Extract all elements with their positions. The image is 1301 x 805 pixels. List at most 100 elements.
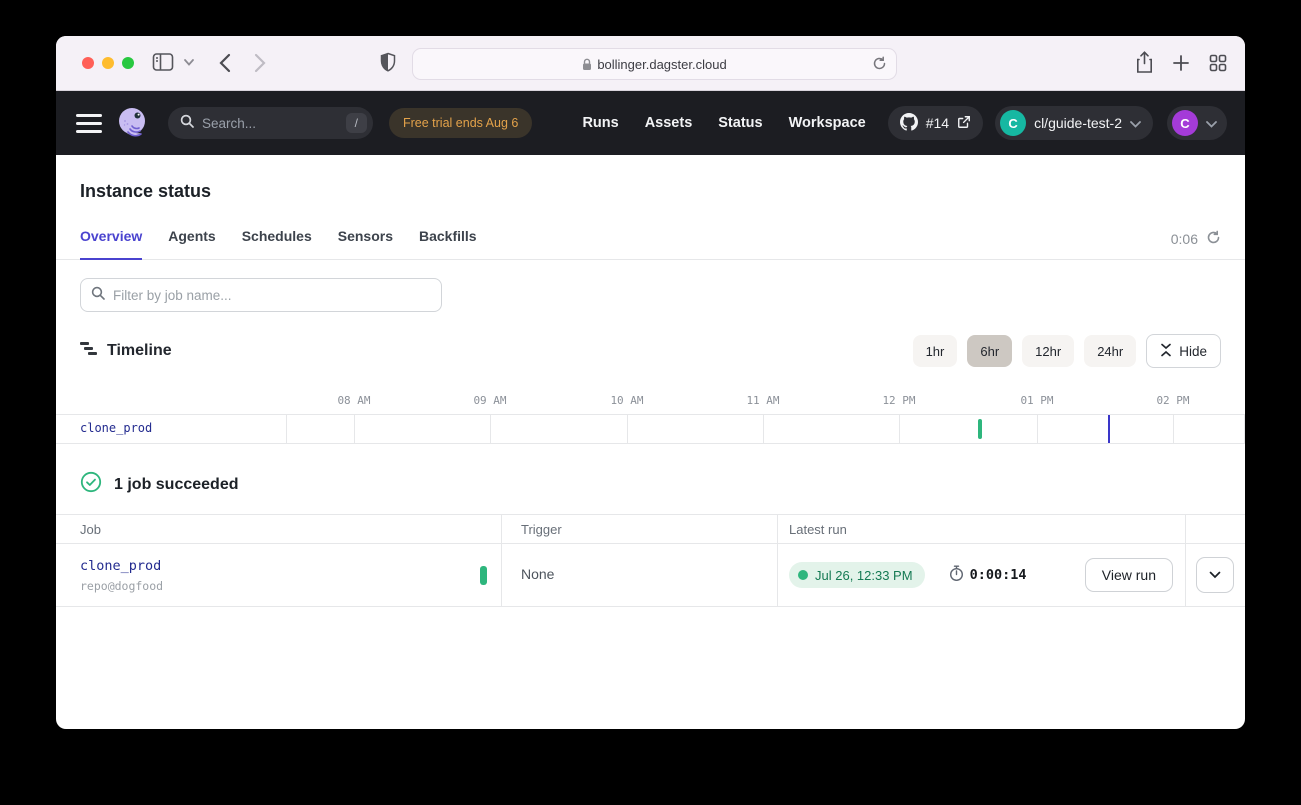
trigger-cell: None (501, 566, 777, 584)
run-status-badge[interactable]: Jul 26, 12:33 PM (789, 562, 925, 588)
refresh-icon[interactable] (1206, 230, 1221, 248)
timeline-header: Timeline 1hr 6hr 12hr 24hr Hide (56, 334, 1245, 368)
jobs-summary: 1 job succeeded (56, 471, 1245, 498)
dagster-logo[interactable] (114, 105, 150, 141)
user-avatar: C (1172, 110, 1198, 136)
duration-value: 0:00:14 (970, 567, 1027, 583)
collapse-icon (1160, 343, 1172, 360)
grid-line (1244, 415, 1245, 443)
axis-tick: 02 PM (1156, 394, 1189, 407)
timeline-job-label[interactable]: clone_prod (80, 421, 152, 435)
deployment-name: cl/guide-test-2 (1034, 115, 1122, 131)
github-link[interactable]: #14 (888, 106, 983, 140)
trigger-value: None (521, 566, 554, 582)
summary-text: 1 job succeeded (114, 476, 239, 494)
back-button[interactable] (219, 53, 231, 73)
axis-tick: 09 AM (473, 394, 506, 407)
axis-tick: 08 AM (337, 394, 370, 407)
tab-overview-icon[interactable] (1209, 54, 1227, 72)
axis-tick: 10 AM (610, 394, 643, 407)
page-title: Instance status (80, 181, 1221, 202)
range-24hr-button[interactable]: 24hr (1084, 335, 1136, 367)
jobs-table: Job Trigger Latest run clone_prod repo@d… (56, 514, 1245, 607)
new-tab-icon[interactable] (1173, 55, 1189, 71)
column-header-trigger: Trigger (501, 522, 777, 537)
run-duration: 0:00:14 (949, 565, 1027, 586)
grid-line (286, 415, 287, 443)
axis-tick: 11 AM (746, 394, 779, 407)
job-repo-label: repo@dogfood (80, 579, 163, 593)
deployment-avatar: C (1000, 110, 1026, 136)
refresh-countdown: 0:06 (1171, 230, 1221, 248)
axis-tick: 01 PM (1020, 394, 1053, 407)
column-header-job: Job (56, 522, 501, 537)
tab-agents[interactable]: Agents (168, 228, 215, 259)
range-12hr-button[interactable]: 12hr (1022, 335, 1074, 367)
browser-toolbar: bollinger.dagster.cloud (56, 36, 1245, 91)
job-filter-input[interactable]: Filter by job name... (80, 278, 442, 312)
view-run-button[interactable]: View run (1085, 558, 1173, 592)
deployment-switcher[interactable]: C cl/guide-test-2 (995, 106, 1153, 140)
search-input[interactable]: Search... / (168, 107, 373, 139)
job-run-history-bar[interactable] (480, 566, 487, 585)
external-link-icon (957, 115, 971, 132)
sidebar-toggle-icon[interactable] (152, 52, 174, 72)
share-icon[interactable] (1136, 51, 1153, 74)
tab-schedules[interactable]: Schedules (242, 228, 312, 259)
search-icon (91, 286, 105, 305)
axis-tick: 12 PM (882, 394, 915, 407)
nav-runs[interactable]: Runs (582, 115, 618, 131)
privacy-shield-icon[interactable] (380, 52, 396, 73)
address-bar[interactable]: bollinger.dagster.cloud (412, 48, 897, 80)
search-icon (180, 114, 194, 133)
hide-label: Hide (1179, 344, 1207, 359)
free-trial-badge[interactable]: Free trial ends Aug 6 (389, 108, 532, 138)
column-divider (777, 514, 778, 607)
check-circle-icon (80, 471, 102, 498)
tab-backfills[interactable]: Backfills (419, 228, 477, 259)
reload-icon[interactable] (872, 56, 887, 71)
grid-line (354, 415, 355, 443)
table-header-row: Job Trigger Latest run (56, 514, 1245, 544)
user-menu[interactable]: C (1167, 106, 1227, 140)
run-time: Jul 26, 12:33 PM (815, 568, 913, 583)
sidebar-chevron-down-icon[interactable] (184, 59, 194, 66)
column-header-latest-run: Latest run (777, 522, 1185, 537)
timeline-chart: 08 AM 09 AM 10 AM 11 AM 12 PM 01 PM 02 P… (56, 392, 1245, 443)
timeline-run-marker[interactable] (978, 419, 982, 439)
zoom-window-button[interactable] (122, 57, 134, 69)
grid-line (1173, 415, 1174, 443)
lock-icon (582, 58, 592, 71)
app-header: Search... / Free trial ends Aug 6 Runs A… (56, 91, 1245, 155)
menu-icon[interactable] (76, 114, 102, 133)
minimize-window-button[interactable] (102, 57, 114, 69)
forward-button[interactable] (254, 53, 266, 73)
timeline-title: Timeline (107, 342, 172, 360)
hide-timeline-button[interactable]: Hide (1146, 334, 1221, 368)
timeline-row: clone_prod (56, 414, 1245, 444)
timeline-controls: 1hr 6hr 12hr 24hr Hide (913, 334, 1221, 368)
nav-workspace[interactable]: Workspace (789, 115, 866, 131)
browser-window: bollinger.dagster.cloud (56, 36, 1245, 729)
github-pr-number: #14 (926, 115, 949, 131)
nav-assets[interactable]: Assets (645, 115, 693, 131)
job-link[interactable]: clone_prod (80, 558, 163, 574)
latest-run-cell: Jul 26, 12:33 PM 0:00:14 View run (777, 558, 1185, 592)
range-6hr-button[interactable]: 6hr (967, 335, 1012, 367)
range-1hr-button[interactable]: 1hr (913, 335, 958, 367)
close-window-button[interactable] (82, 57, 94, 69)
tab-overview[interactable]: Overview (80, 228, 142, 260)
tab-sensors[interactable]: Sensors (338, 228, 393, 259)
url-text: bollinger.dagster.cloud (597, 57, 726, 72)
nav-status[interactable]: Status (718, 115, 762, 131)
github-icon (900, 113, 918, 134)
grid-line (899, 415, 900, 443)
slash-shortcut-key: / (346, 113, 367, 133)
timeline-now-line (1108, 415, 1110, 443)
chevron-down-icon (1130, 115, 1141, 131)
row-menu-button[interactable] (1196, 557, 1234, 593)
filter-section: Filter by job name... (80, 278, 1221, 312)
table-row: clone_prod repo@dogfood None Jul 26, 12:… (56, 544, 1245, 607)
actions-cell (1185, 557, 1245, 593)
grid-line (490, 415, 491, 443)
